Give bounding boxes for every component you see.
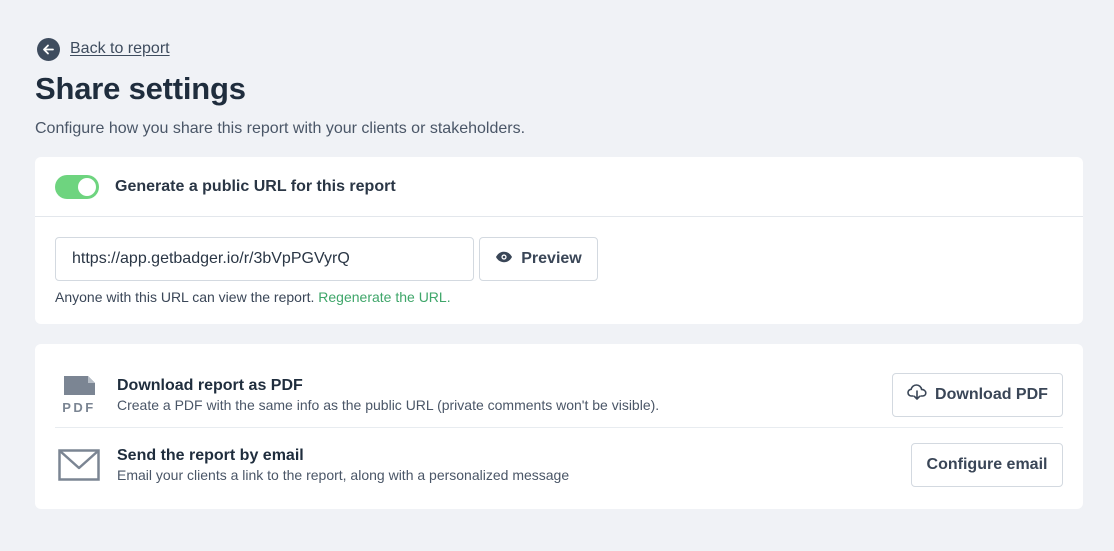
public-url-input[interactable] <box>55 237 474 281</box>
configure-email-button[interactable]: Configure email <box>911 443 1063 487</box>
url-help-text: Anyone with this URL can view the report… <box>55 289 1063 305</box>
public-url-toggle-row: Generate a public URL for this report <box>35 157 1083 217</box>
download-pdf-button-label: Download PDF <box>935 385 1048 403</box>
export-actions-card: PDF Download report as PDF Create a PDF … <box>35 344 1083 509</box>
public-url-toggle[interactable] <box>55 174 99 199</box>
arrow-left-icon <box>37 37 60 61</box>
page-title: Share settings <box>35 71 246 106</box>
public-url-card: Generate a public URL for this report Pr… <box>35 157 1083 324</box>
public-url-toggle-label: Generate a public URL for this report <box>115 177 396 195</box>
back-to-report-link[interactable]: Back to report <box>37 37 1083 61</box>
back-link-label[interactable]: Back to report <box>70 40 170 58</box>
configure-email-button-label: Configure email <box>926 456 1048 473</box>
regenerate-url-link[interactable]: Regenerate the URL. <box>318 289 450 305</box>
pdf-download-description: Create a PDF with the same info as the p… <box>117 396 660 413</box>
page-subtitle: Configure how you share this report with… <box>35 120 526 137</box>
toggle-knob <box>78 177 96 196</box>
envelope-icon <box>55 449 103 481</box>
pdf-download-text: Download report as PDF Create a PDF with… <box>117 376 892 414</box>
pdf-download-row: PDF Download report as PDF Create a PDF … <box>55 362 1063 428</box>
email-report-description: Email your clients a link to the report,… <box>117 467 570 483</box>
preview-button-label: Preview <box>521 250 582 267</box>
email-report-text: Send the report by email Email your clie… <box>117 446 911 484</box>
url-area: Preview Anyone with this URL can view th… <box>35 217 1083 305</box>
pdf-download-title: Download report as PDF <box>117 376 303 394</box>
url-row: Preview <box>55 237 1063 281</box>
download-pdf-button[interactable]: Download PDF <box>892 372 1063 417</box>
eye-icon <box>495 250 513 268</box>
email-report-row: Send the report by email Email your clie… <box>55 429 1063 501</box>
pdf-file-icon: PDF <box>55 375 103 415</box>
cloud-download-icon <box>907 384 927 405</box>
pdf-icon-text: PDF <box>62 400 96 415</box>
email-report-title: Send the report by email <box>117 447 304 464</box>
preview-button[interactable]: Preview <box>479 237 598 281</box>
share-settings-page: Back to report Share settings Configure … <box>35 37 1083 509</box>
url-help-message: Anyone with this URL can view the report… <box>55 289 315 305</box>
